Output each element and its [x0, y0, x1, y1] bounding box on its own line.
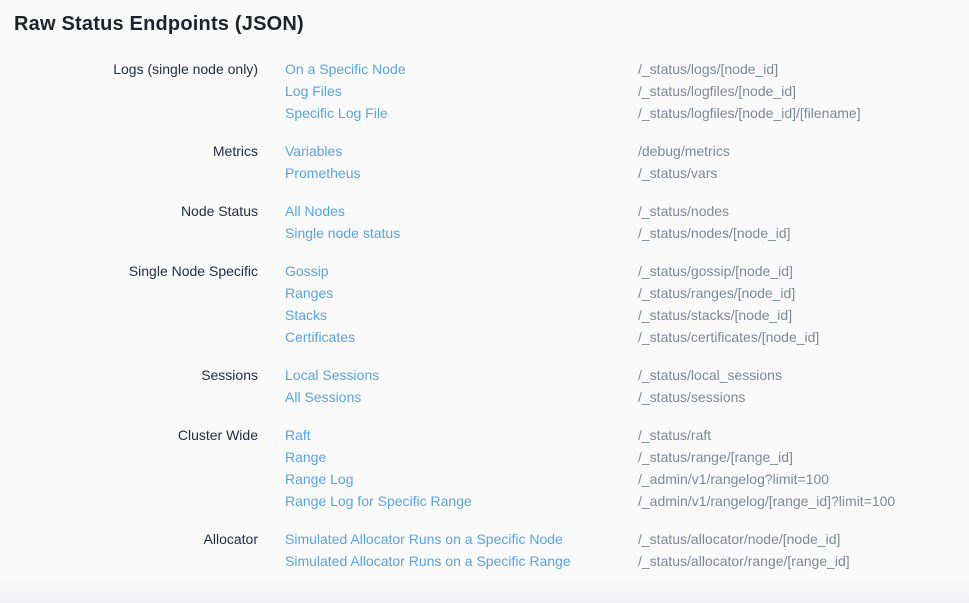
- endpoint-row: On a Specific Node/_status/logs/[node_id…: [285, 58, 955, 80]
- footer-strip: [0, 583, 969, 603]
- endpoint-link[interactable]: Prometheus: [285, 162, 638, 184]
- endpoint-path: /_status/certificates/[node_id]: [638, 326, 955, 348]
- endpoint-path: /debug/metrics: [638, 140, 955, 162]
- endpoint-row: Stacks/_status/stacks/[node_id]: [285, 304, 955, 326]
- endpoint-link[interactable]: Variables: [285, 140, 638, 162]
- endpoint-link[interactable]: Specific Log File: [285, 102, 638, 124]
- endpoint-section-cluster-wide: Cluster Wide Raft/_status/raftRange/_stat…: [14, 424, 955, 512]
- endpoint-rows: Simulated Allocator Runs on a Specific N…: [285, 528, 955, 572]
- endpoint-link[interactable]: Certificates: [285, 326, 638, 348]
- endpoint-path: /_admin/v1/rangelog?limit=100: [638, 468, 955, 490]
- endpoint-section-node-status: Node Status All Nodes/_status/nodesSingle…: [14, 200, 955, 244]
- endpoint-rows: Local Sessions/_status/local_sessionsAll…: [285, 364, 955, 408]
- endpoint-path: /_status/stacks/[node_id]: [638, 304, 955, 326]
- category-label: Metrics: [14, 140, 258, 184]
- endpoint-link[interactable]: Range: [285, 446, 638, 468]
- endpoint-path: /_status/allocator/node/[node_id]: [638, 528, 955, 550]
- category-label: Logs (single node only): [14, 58, 258, 124]
- endpoint-link[interactable]: Range Log: [285, 468, 638, 490]
- endpoint-table: Logs (single node only) On a Specific Nod…: [14, 58, 955, 572]
- category-label: Sessions: [14, 364, 258, 408]
- endpoint-row: Prometheus/_status/vars: [285, 162, 955, 184]
- endpoint-row: Local Sessions/_status/local_sessions: [285, 364, 955, 386]
- endpoint-path: /_status/logs/[node_id]: [638, 58, 955, 80]
- endpoint-row: Single node status/_status/nodes/[node_i…: [285, 222, 955, 244]
- endpoint-path: /_status/logfiles/[node_id]: [638, 80, 955, 102]
- endpoint-section-metrics: Metrics Variables/debug/metricsPrometheus…: [14, 140, 955, 184]
- category-label: Node Status: [14, 200, 258, 244]
- endpoint-link[interactable]: On a Specific Node: [285, 58, 638, 80]
- endpoint-row: Log Files/_status/logfiles/[node_id]: [285, 80, 955, 102]
- endpoint-rows: Variables/debug/metricsPrometheus/_statu…: [285, 140, 955, 184]
- endpoint-path: /_status/logfiles/[node_id]/[filename]: [638, 102, 955, 124]
- endpoint-path: /_status/gossip/[node_id]: [638, 260, 955, 282]
- endpoint-link[interactable]: All Nodes: [285, 200, 638, 222]
- endpoint-row: Specific Log File/_status/logfiles/[node…: [285, 102, 955, 124]
- endpoint-link[interactable]: Stacks: [285, 304, 638, 326]
- endpoint-link[interactable]: Local Sessions: [285, 364, 638, 386]
- endpoint-rows: Raft/_status/raftRange/_status/range/[ra…: [285, 424, 955, 512]
- endpoint-path: /_status/sessions: [638, 386, 955, 408]
- endpoint-row: Simulated Allocator Runs on a Specific R…: [285, 550, 955, 572]
- endpoint-row: Gossip/_status/gossip/[node_id]: [285, 260, 955, 282]
- endpoint-row: Simulated Allocator Runs on a Specific N…: [285, 528, 955, 550]
- endpoint-path: /_status/allocator/range/[range_id]: [638, 550, 955, 572]
- endpoint-path: /_admin/v1/rangelog/[range_id]?limit=100: [638, 490, 955, 512]
- category-label: Allocator: [14, 528, 258, 572]
- endpoint-section-sessions: Sessions Local Sessions/_status/local_ses…: [14, 364, 955, 408]
- endpoint-section-single-node-specific: Single Node Specific Gossip/_status/gossi…: [14, 260, 955, 348]
- endpoint-rows: All Nodes/_status/nodesSingle node statu…: [285, 200, 955, 244]
- endpoint-link[interactable]: Log Files: [285, 80, 638, 102]
- endpoint-row: All Sessions/_status/sessions: [285, 386, 955, 408]
- endpoint-path: /_status/raft: [638, 424, 955, 446]
- endpoint-link[interactable]: Gossip: [285, 260, 638, 282]
- endpoint-link[interactable]: All Sessions: [285, 386, 638, 408]
- category-label: Single Node Specific: [14, 260, 258, 348]
- endpoint-link[interactable]: Raft: [285, 424, 638, 446]
- endpoint-section-logs-single-node-only: Logs (single node only) On a Specific Nod…: [14, 58, 955, 124]
- endpoint-row: Variables/debug/metrics: [285, 140, 955, 162]
- endpoint-path: /_status/vars: [638, 162, 955, 184]
- endpoint-rows: On a Specific Node/_status/logs/[node_id…: [285, 58, 955, 124]
- endpoint-path: /_status/range/[range_id]: [638, 446, 955, 468]
- endpoint-row: Ranges/_status/ranges/[node_id]: [285, 282, 955, 304]
- category-label: Cluster Wide: [14, 424, 258, 512]
- endpoint-row: Range/_status/range/[range_id]: [285, 446, 955, 468]
- endpoint-link[interactable]: Ranges: [285, 282, 638, 304]
- endpoint-row: Raft/_status/raft: [285, 424, 955, 446]
- endpoint-link[interactable]: Simulated Allocator Runs on a Specific N…: [285, 528, 638, 550]
- endpoint-row: Range Log for Specific Range/_admin/v1/r…: [285, 490, 955, 512]
- endpoint-row: All Nodes/_status/nodes: [285, 200, 955, 222]
- endpoint-row: Range Log/_admin/v1/rangelog?limit=100: [285, 468, 955, 490]
- endpoint-path: /_status/local_sessions: [638, 364, 955, 386]
- debug-page: Raw Status Endpoints (JSON) Logs (single…: [0, 0, 969, 572]
- endpoint-link[interactable]: Single node status: [285, 222, 638, 244]
- endpoint-path: /_status/nodes/[node_id]: [638, 222, 955, 244]
- endpoint-link[interactable]: Range Log for Specific Range: [285, 490, 638, 512]
- endpoint-link[interactable]: Simulated Allocator Runs on a Specific R…: [285, 550, 638, 572]
- endpoint-row: Certificates/_status/certificates/[node_…: [285, 326, 955, 348]
- endpoint-section-allocator: Allocator Simulated Allocator Runs on a S…: [14, 528, 955, 572]
- endpoint-path: /_status/nodes: [638, 200, 955, 222]
- endpoint-path: /_status/ranges/[node_id]: [638, 282, 955, 304]
- page-title: Raw Status Endpoints (JSON): [14, 13, 955, 36]
- endpoint-rows: Gossip/_status/gossip/[node_id]Ranges/_s…: [285, 260, 955, 348]
